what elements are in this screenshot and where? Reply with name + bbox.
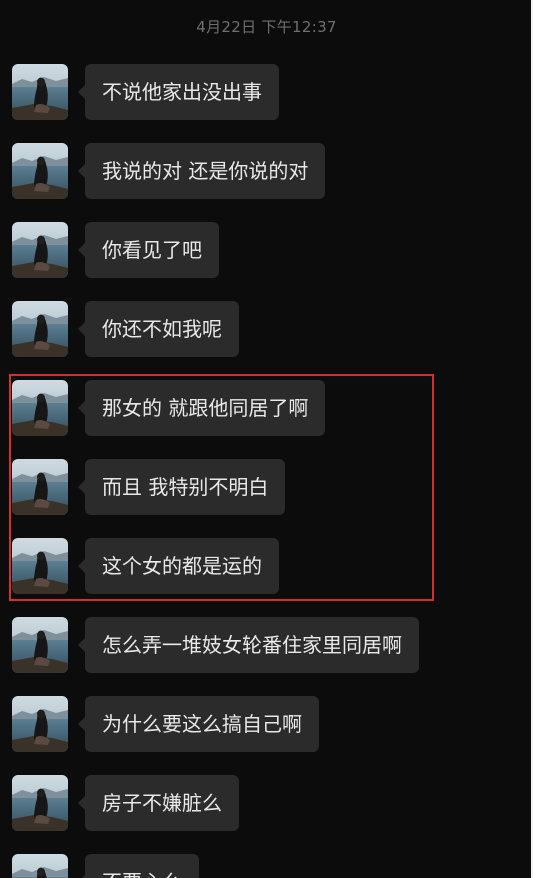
message-bubble[interactable]: 你看见了吧 (78, 222, 219, 278)
chat-screen: 4月22日 下午12:37 不说他家出没出事 我说的对 还是你说的对 你看见了吧… (0, 0, 533, 878)
woman-by-lake-avatar-icon[interactable] (12, 143, 68, 199)
woman-by-lake-avatar-icon[interactable] (12, 459, 68, 515)
woman-by-lake-avatar-icon[interactable] (12, 222, 68, 278)
woman-by-lake-avatar-icon[interactable] (12, 301, 68, 357)
message-bubble[interactable]: 你还不如我呢 (78, 301, 239, 357)
chat-timestamp: 4月22日 下午12:37 (196, 18, 337, 36)
woman-by-lake-avatar-icon[interactable] (12, 775, 68, 831)
message-bubble[interactable]: 为什么要这么搞自己啊 (78, 696, 319, 752)
woman-by-lake-avatar-icon[interactable] (12, 64, 68, 120)
woman-by-lake-avatar-icon[interactable] (12, 538, 68, 594)
message-bubble[interactable]: 这个女的都是运的 (78, 538, 279, 594)
message-bubble[interactable]: 房子不嫌脏么 (78, 775, 239, 831)
woman-by-lake-avatar-icon[interactable] (12, 617, 68, 673)
message-bubble[interactable]: 我说的对 还是你说的对 (77, 143, 326, 199)
message-bubble[interactable]: 那女的 就跟他同居了啊 (77, 380, 326, 436)
message-bubble[interactable]: 怎么弄一堆妓女轮番住家里同居啊 (78, 617, 419, 673)
message-bubble[interactable]: 不要心么 (78, 854, 199, 878)
message-bubble[interactable]: 而且 我特别不明白 (77, 459, 286, 515)
woman-by-lake-avatar-icon[interactable] (12, 380, 68, 436)
woman-by-lake-avatar-icon[interactable] (12, 696, 68, 752)
message-bubble[interactable]: 不说他家出没出事 (78, 64, 279, 120)
woman-by-lake-avatar-icon[interactable] (12, 854, 68, 878)
